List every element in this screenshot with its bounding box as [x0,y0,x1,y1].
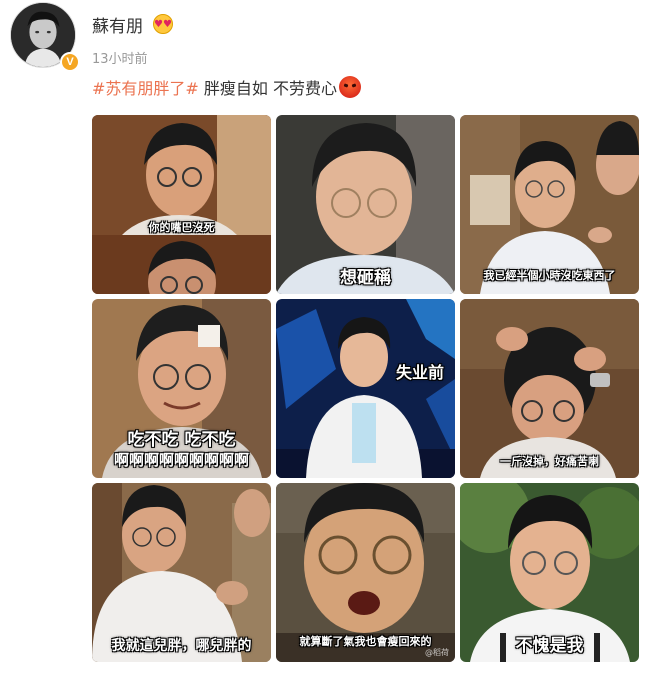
post-timestamp[interactable]: 13小时前 [92,48,148,67]
image-caption-1: 你的嘴巴沒死 [148,221,215,234]
grid-image-7[interactable]: 我就這兒胖，哪兒胖的 [92,483,271,662]
image-caption-5: 失业前 [396,363,445,382]
hashtag-link[interactable]: #苏有朋胖了# [92,79,199,98]
image-caption-7: 我就這兒胖，哪兒胖的 [111,638,252,654]
image-caption-9: 不愧是我 [515,636,584,656]
grid-image-2[interactable]: 想砸稱 [276,115,455,294]
meme-image-5 [276,299,455,478]
image-caption-2: 想砸稱 [340,268,391,288]
grid-image-4[interactable]: 吃不吃 吃不吃 啊啊啊啊啊啊啊啊啊 [92,299,271,478]
angry-emoji-icon [339,76,362,98]
grid-image-9[interactable]: 不愧是我 [460,483,639,662]
username[interactable]: 蘇有朋 [92,12,143,37]
image-watermark: @稻荷 [425,648,449,657]
image-caption-3: 我已經半個小時沒吃東西了 [483,269,616,282]
post-text: 胖瘦自如 不劳费心 [198,79,338,98]
grid-image-6[interactable]: 一斤沒掉，好痛苦喇 [460,299,639,478]
grid-image-8[interactable]: 就算斷了氣我也會瘦回來的 @稻荷 [276,483,455,662]
image-caption-6: 一斤沒掉，好痛苦喇 [500,455,599,468]
heart-eyes-emoji-icon: ♥♥ [153,14,173,34]
image-caption-4: 吃不吃 吃不吃 [127,430,236,450]
avatar-container[interactable]: V [10,2,80,72]
post-content: #苏有朋胖了# 胖瘦自如 不劳费心 [92,75,362,99]
meme-image-1 [92,115,271,294]
meme-image-6 [460,299,639,478]
weibo-post: V 蘇有朋 ♥♥ 13小时前 #苏有朋胖了# 胖瘦自如 不劳费心 你的嘴巴沒死 … [0,0,657,677]
grid-image-5[interactable]: 失业前 [276,299,455,478]
grid-image-3[interactable]: 我已經半個小時沒吃東西了 [460,115,639,294]
verified-badge-icon: V [60,52,80,72]
image-caption-4b: 啊啊啊啊啊啊啊啊啊 [113,451,249,469]
image-grid: 你的嘴巴沒死 想砸稱 我已經半個小時沒吃東西了 吃不吃 吃不吃 啊啊啊啊啊啊啊啊… [92,115,639,663]
grid-image-1[interactable]: 你的嘴巴沒死 [92,115,271,294]
